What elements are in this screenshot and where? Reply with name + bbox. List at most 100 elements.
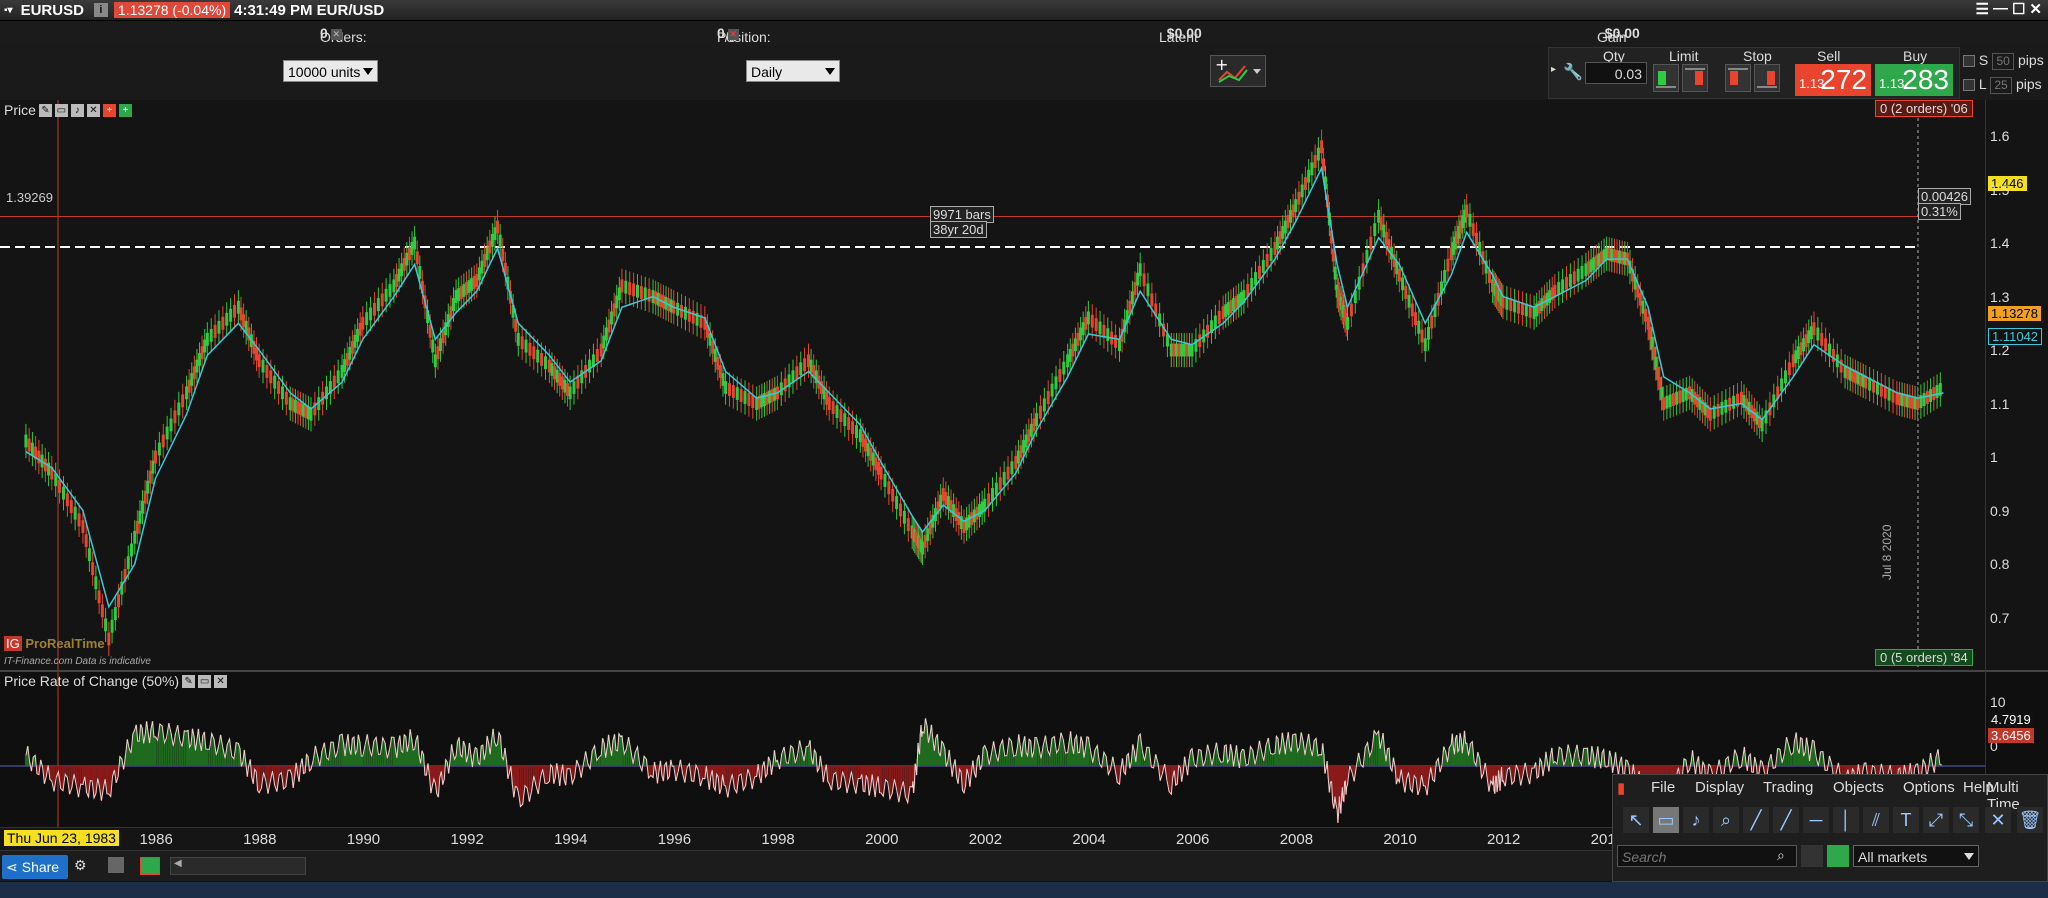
buy-stop-icon[interactable] — [1725, 64, 1751, 92]
period-dropdown[interactable]: Daily — [746, 60, 840, 82]
line-icon[interactable]: ╱ — [1773, 807, 1799, 833]
menu-chevron-icon[interactable]: ▪▾ — [4, 5, 13, 16]
time-tick: 1996 — [657, 831, 692, 848]
close-icon[interactable]: ✕ — [86, 103, 100, 117]
search-input[interactable]: Search — [1617, 845, 1797, 867]
channel-icon[interactable]: ⫽ — [1863, 807, 1889, 833]
candle-body — [731, 385, 735, 398]
buy-limit-icon[interactable] — [1653, 64, 1679, 92]
stop-checkbox[interactable] — [1963, 55, 1975, 68]
candle-body — [257, 354, 261, 368]
market-list-icon[interactable] — [1827, 845, 1849, 867]
window-icon[interactable]: ▭ — [54, 103, 68, 117]
minimize-icon[interactable]: — — [1993, 0, 2008, 18]
trash-icon[interactable]: 🗑 — [2017, 807, 2043, 833]
alert-bell-icon[interactable]: ♪ — [1683, 807, 1709, 833]
close-icon[interactable]: ✕ — [214, 674, 228, 688]
candle-body — [348, 346, 352, 360]
menu-objects[interactable]: Objects — [1833, 779, 1884, 796]
list-icon[interactable]: ☰ — [1976, 0, 1989, 18]
wrench-icon[interactable]: ✎ — [38, 103, 52, 117]
sell-limit-icon[interactable] — [1682, 64, 1708, 92]
units-dropdown[interactable]: 10000 units — [283, 60, 378, 82]
segment-icon[interactable]: ╱ — [1743, 807, 1769, 833]
candle-body — [1568, 274, 1572, 287]
tools-icon[interactable]: ✕ — [1985, 807, 2011, 833]
candle-body — [340, 365, 344, 378]
buy-button[interactable]: 1.13 283 — [1875, 64, 1953, 96]
search-icon[interactable]: ⌕ — [1777, 847, 1785, 864]
time-tick: 2000 — [865, 831, 899, 848]
time-tick: 2002 — [968, 831, 1003, 848]
cursor-icon[interactable]: ↖ — [1623, 807, 1649, 833]
horizontal-line-icon[interactable]: ─ — [1803, 807, 1829, 833]
s-pips-input[interactable]: 50 — [1992, 52, 2015, 70]
expand-arrow-icon[interactable]: ▸ — [1551, 64, 1556, 75]
share-button[interactable]: ⋖ Share — [2, 855, 68, 879]
sell-stop-icon[interactable] — [1754, 64, 1780, 92]
wrench-icon[interactable]: 🔧 — [1563, 62, 1583, 82]
price-chart[interactable] — [0, 100, 1985, 670]
menu-file[interactable]: File — [1651, 779, 1675, 796]
limit-checkbox[interactable] — [1963, 79, 1975, 92]
close-orders-icon[interactable]: ✕ — [330, 29, 342, 40]
add-indicator-button[interactable]: + — [1210, 55, 1266, 87]
candle-body — [1783, 370, 1787, 384]
sell-button[interactable]: 1.13 272 — [1795, 64, 1871, 96]
print-icon[interactable] — [108, 857, 124, 873]
qty-input[interactable]: 0.03 — [1585, 62, 1647, 84]
info-icon[interactable]: i — [93, 3, 108, 17]
fibonacci-icon[interactable]: ⤡ — [1953, 807, 1979, 833]
candle-body — [1084, 316, 1088, 330]
close-icon[interactable]: ✕ — [2029, 0, 2042, 18]
orders-bottom-badge[interactable]: 0 (5 orders) '84 — [1875, 649, 1973, 666]
scroll-bar[interactable]: ◀ — [170, 857, 306, 875]
buy-order-icon[interactable]: + — [118, 103, 132, 117]
candle-body — [866, 443, 870, 457]
scanner-icon[interactable] — [1801, 845, 1823, 867]
candle-body — [400, 263, 404, 277]
ruler-icon[interactable]: ▭ — [1653, 807, 1679, 833]
candle-body — [563, 379, 567, 393]
maximize-icon[interactable]: ☐ — [2012, 0, 2025, 18]
price-axis[interactable]: 1.446 1.13278 1.11042 1.6 1.5 1.4 1.3 1.2 1.1… — [1985, 100, 2048, 670]
candle-body — [1303, 177, 1307, 190]
candle-body — [568, 386, 572, 400]
pips-label: pips — [2018, 52, 2044, 68]
candle-body — [130, 543, 134, 557]
menu-options[interactable]: Options — [1903, 779, 1955, 796]
roc-pane-title: Price Rate of Change (50%) — [4, 673, 180, 689]
stop-loss-row: S 50 pips — [1963, 52, 2044, 70]
close-all-icon[interactable]: ✕ — [727, 29, 739, 40]
candle-body — [762, 393, 766, 406]
candle-body — [1414, 312, 1418, 326]
price-chart-pane[interactable]: Price ✎ ▭ ♪ ✕ + + 9971 bars 38yr 20d 0.0… — [0, 100, 1985, 670]
candle-body — [1294, 199, 1298, 213]
text-icon[interactable]: T — [1893, 807, 1919, 833]
vertical-line-icon[interactable]: │ — [1833, 807, 1859, 833]
menu-trading[interactable]: Trading — [1763, 779, 1813, 796]
candle-body — [126, 556, 130, 570]
arrow-icon[interactable]: ⤢ — [1923, 807, 1949, 833]
sell-order-icon[interactable]: + — [102, 103, 116, 117]
candle-body — [1787, 362, 1791, 376]
candle-body — [273, 375, 277, 389]
screen-settings-icon[interactable]: ⚙ — [74, 857, 87, 874]
candle-body — [69, 500, 73, 513]
menu-display[interactable]: Display — [1695, 779, 1744, 796]
chart-type-icon[interactable] — [140, 857, 160, 875]
wrench-icon[interactable]: ✎ — [182, 674, 196, 688]
candle-body — [496, 220, 500, 234]
candle-body — [1681, 389, 1685, 402]
candle-body — [169, 418, 173, 432]
candle-body — [1377, 209, 1381, 223]
l-pips-input[interactable]: 25 — [1990, 76, 2013, 94]
candle-body — [1237, 294, 1241, 307]
orders-top-badge[interactable]: 0 (2 orders) '06 — [1875, 100, 1973, 117]
scroll-left-icon[interactable]: ◀ — [174, 858, 182, 869]
candle-body — [879, 466, 883, 480]
alert-bell-icon[interactable]: ♪ — [70, 103, 84, 117]
markets-dropdown[interactable]: All markets — [1853, 845, 1979, 867]
zoom-icon[interactable]: ⌕ — [1713, 807, 1739, 833]
window-icon[interactable]: ▭ — [198, 674, 212, 688]
